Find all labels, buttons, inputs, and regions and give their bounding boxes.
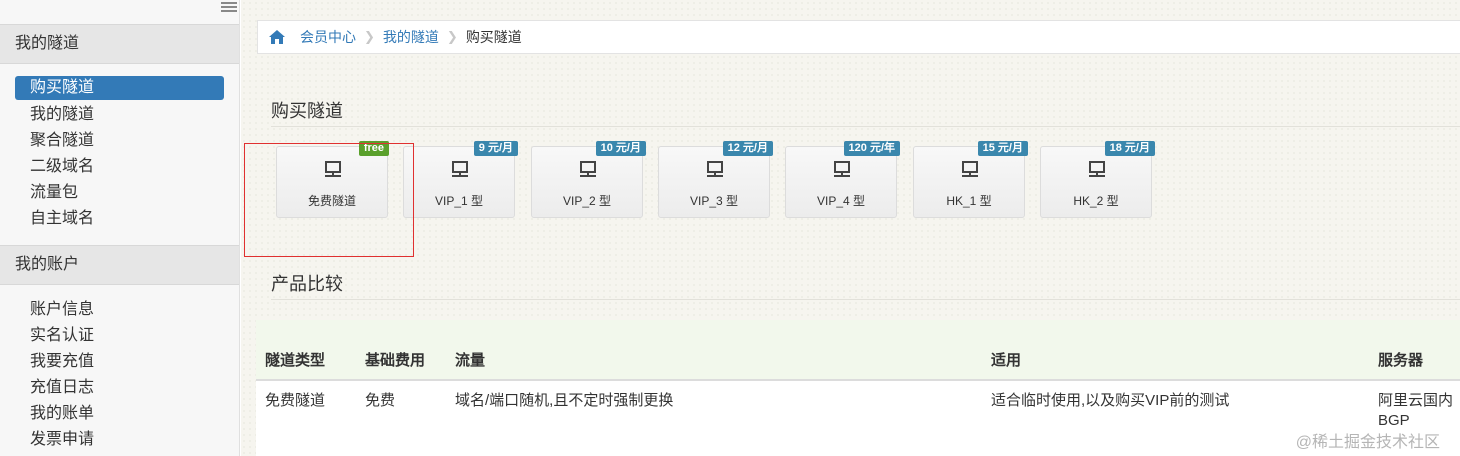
sidebar-item-subdomains[interactable]: 二级域名 [0,154,239,180]
sidebar-item-aggregate-tunnels[interactable]: 聚合隧道 [0,128,239,154]
monitor-icon [961,161,979,179]
sidebar-item-my-tunnels[interactable]: 我的隧道 [0,102,239,128]
sidebar-item-account-info[interactable]: 账户信息 [0,297,239,323]
monitor-icon [833,161,851,179]
plan-price-badge: 120 元/年 [843,141,900,156]
sidebar-tunnel-list: 购买隧道 我的隧道 聚合隧道 二级域名 流量包 自主域名 [0,76,239,232]
watermark: @稀土掘金技术社区 [1295,434,1440,451]
compare-title: 产品比较 [271,274,343,294]
sidebar-item-buy-tunnel[interactable]: 购买隧道 [15,76,224,100]
sidebar: 我的隧道 购买隧道 我的隧道 聚合隧道 二级域名 流量包 自主域名 我的账户 账… [0,0,240,456]
monitor-icon [706,161,724,179]
breadcrumb-separator-icon: ❯ [364,29,375,44]
purchase-divider [271,126,1460,127]
plan-name: HK_1 型 [946,194,992,208]
sidebar-item-invoice[interactable]: 发票申请 [0,427,239,453]
home-icon[interactable] [268,29,286,45]
plan-name: VIP_1 型 [434,194,484,208]
sidebar-section-tunnels[interactable]: 我的隧道 [0,24,239,64]
column-header-fee: 基础费用 [356,340,446,381]
monitor-icon [579,161,597,179]
breadcrumb-member-center[interactable]: 会员中心 [300,27,356,47]
plan-name: VIP_2 型 [562,194,612,208]
highlight-annotation [244,143,414,257]
sidebar-item-recharge-log[interactable]: 充值日志 [0,375,239,401]
cell-type: 免费隧道 [265,392,326,409]
plan-price-badge: 10 元/月 [595,141,646,156]
breadcrumb: 会员中心 ❯ 我的隧道 ❯ 购买隧道 [257,20,1460,54]
column-header-traffic: 流量 [446,340,982,381]
sidebar-item-my-bills[interactable]: 我的账单 [0,401,239,427]
breadcrumb-current: 购买隧道 [465,29,522,45]
plan-name: VIP_4 型 [816,194,866,208]
menu-toggle-icon[interactable] [221,2,237,12]
compare-table: 隧道类型 基础费用 流量 适用 服务器 免费隧道 免费 域名/端口随机,且不定时… [256,340,1460,440]
breadcrumb-my-tunnels[interactable]: 我的隧道 [383,27,439,47]
plan-card-hk2[interactable]: HK_2 型 18 元/月 [1040,141,1155,218]
cell-fee: 免费 [365,392,396,409]
plan-price-badge: 9 元/月 [473,141,518,156]
plan-card-vip3[interactable]: VIP_3 型 12 元/月 [658,141,773,218]
plan-price-badge: 12 元/月 [722,141,773,156]
plan-price-badge: 18 元/月 [1104,141,1155,156]
sidebar-item-verification[interactable]: 实名认证 [0,323,239,349]
plan-card-vip2[interactable]: VIP_2 型 10 元/月 [531,141,646,218]
plan-name: VIP_3 型 [689,194,739,208]
cell-traffic: 域名/端口随机,且不定时强制更换 [455,392,674,409]
plan-card-vip4[interactable]: VIP_4 型 120 元/年 [785,141,900,218]
sidebar-section-account[interactable]: 我的账户 [0,245,239,285]
compare-divider [271,299,1460,300]
monitor-icon [1088,161,1106,179]
main-content: 会员中心 ❯ 我的隧道 ❯ 购买隧道 购买隧道 免费隧道 free VIP_1 … [241,0,1460,456]
plan-card-hk1[interactable]: HK_1 型 15 元/月 [913,141,1028,218]
purchase-title: 购买隧道 [271,101,343,121]
sidebar-item-traffic-packs[interactable]: 流量包 [0,180,239,206]
sidebar-item-custom-domains[interactable]: 自主域名 [0,206,239,232]
monitor-icon [451,161,469,179]
breadcrumb-separator-icon: ❯ [446,29,458,44]
sidebar-item-recharge[interactable]: 我要充值 [0,349,239,375]
table-row: 免费隧道 免费 域名/端口随机,且不定时强制更换 适合临时使用,以及购买VIP前… [256,380,1460,440]
column-header-type: 隧道类型 [256,340,356,381]
table-header-row: 隧道类型 基础费用 流量 适用 服务器 [256,340,1460,381]
plan-price-badge: 15 元/月 [977,141,1028,156]
plan-name: HK_2 型 [1073,194,1119,208]
plan-card-vip1[interactable]: VIP_1 型 9 元/月 [403,141,518,218]
sidebar-account-list: 账户信息 实名认证 我要充值 充值日志 我的账单 发票申请 [0,297,239,453]
column-header-usage: 适用 [982,340,1369,381]
column-header-server: 服务器 [1369,340,1460,381]
